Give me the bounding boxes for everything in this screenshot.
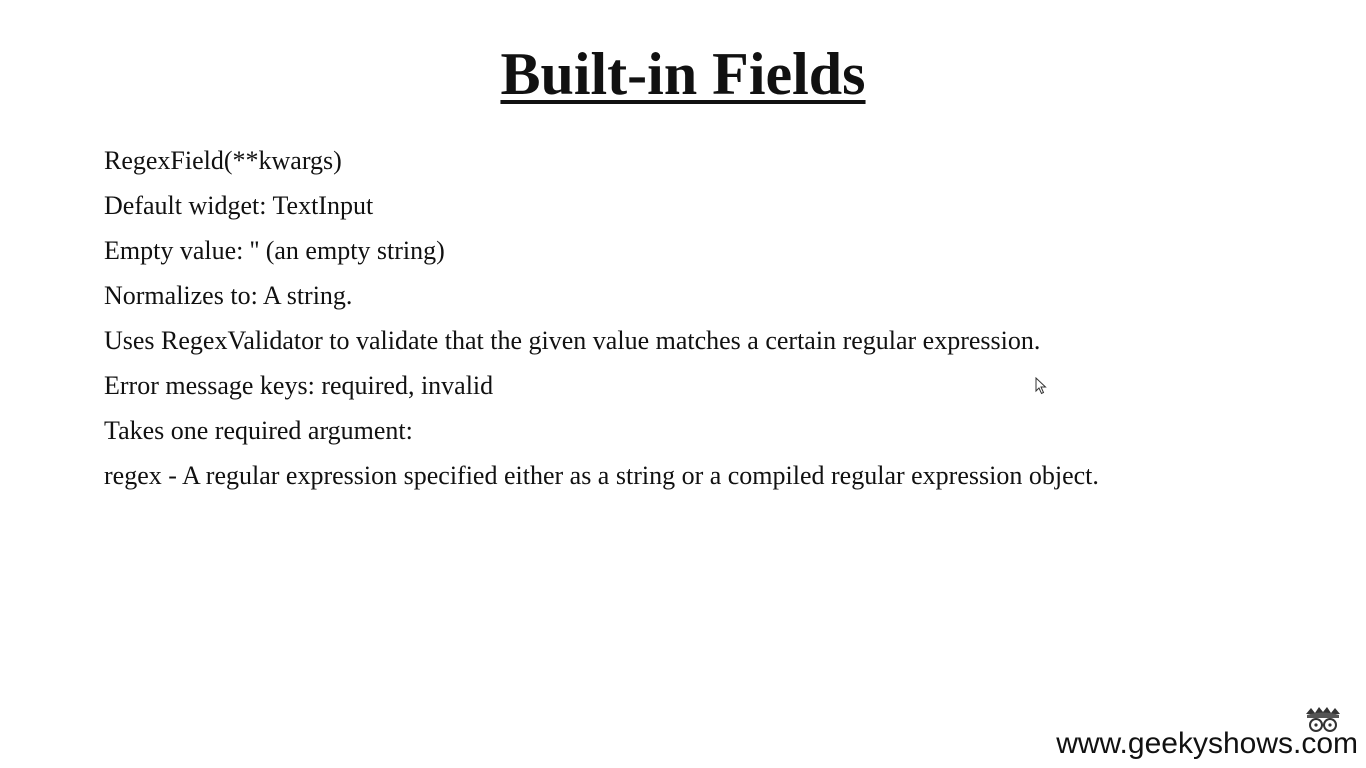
content-line-normalizes: Normalizes to: A string.: [104, 281, 353, 310]
content-line-empty-value: Empty value: '' (an empty string): [104, 236, 445, 265]
content-line-regex-argument: regex - A regular expression specified e…: [104, 461, 1099, 490]
slide: Built-in Fields RegexField(**kwargs) Def…: [0, 0, 1366, 768]
content-line-signature: RegexField(**kwargs): [104, 146, 342, 175]
content-line-argument-intro: Takes one required argument:: [104, 416, 413, 445]
website-watermark: www.geekyshows.com: [1056, 727, 1358, 760]
content-line-validator: Uses RegexValidator to validate that the…: [104, 326, 1041, 355]
slide-title: Built-in Fields: [0, 38, 1366, 110]
slide-title-text: Built-in Fields: [500, 41, 866, 107]
content-lines: RegexField(**kwargs) Default widget: Tex…: [104, 138, 1334, 498]
content-line-error-keys: Error message keys: required, invalid: [104, 371, 494, 400]
mouse-pointer-icon: [1035, 377, 1047, 395]
content-line-default-widget: Default widget: TextInput: [104, 191, 374, 220]
